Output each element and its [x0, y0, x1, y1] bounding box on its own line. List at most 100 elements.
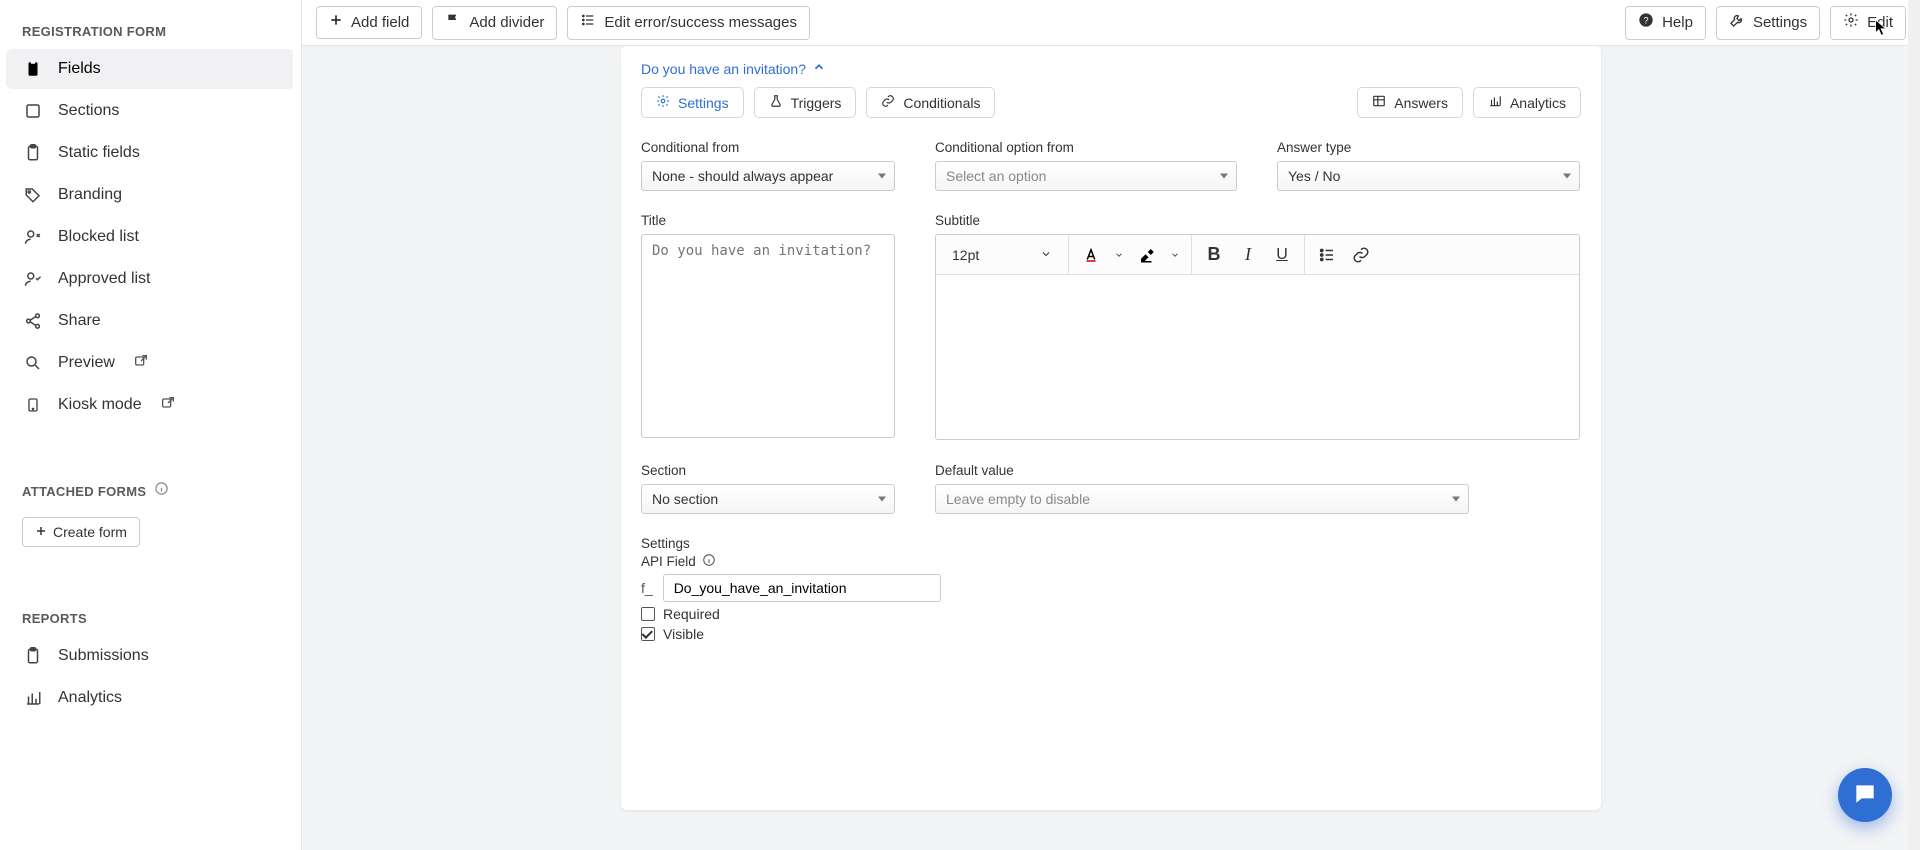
tab-conditionals[interactable]: Conditionals [866, 87, 995, 118]
select-value: Yes / No [1288, 168, 1340, 184]
sidebar-item-share[interactable]: Share [6, 301, 295, 341]
sidebar-item-analytics[interactable]: Analytics [6, 678, 295, 718]
button-label: Create form [53, 524, 127, 540]
sidebar-item-blocked-list[interactable]: Blocked list [6, 217, 295, 257]
form-grid: Conditional from None - should always ap… [641, 140, 1581, 642]
plus-icon [329, 12, 343, 33]
rte-underline-button[interactable]: U [1266, 239, 1298, 271]
sidebar-item-static-fields[interactable]: Static fields [6, 133, 295, 173]
gear-icon [656, 94, 670, 111]
tag-icon [22, 184, 44, 206]
flask-icon [769, 94, 783, 111]
select-default-value[interactable]: Leave empty to disable [935, 484, 1469, 514]
checkbox-icon [641, 607, 655, 621]
tab-label: Analytics [1510, 95, 1566, 111]
tab-label: Answers [1394, 95, 1448, 111]
button-label: Edit [1867, 12, 1893, 33]
info-icon[interactable] [702, 553, 716, 570]
sidebar-reports-nav: Submissions Analytics [0, 636, 301, 718]
label-conditional-from: Conditional from [641, 140, 895, 155]
checkbox-icon [641, 627, 655, 641]
select-value: None - should always appear [652, 168, 833, 184]
tab-analytics[interactable]: Analytics [1473, 87, 1581, 118]
rte-italic-button[interactable]: I [1232, 239, 1264, 271]
select-answer-type[interactable]: Yes / No [1277, 161, 1580, 191]
rte-body[interactable] [936, 275, 1579, 439]
topbar: Add field Add divider Edit error/success… [302, 0, 1920, 46]
label-default-value: Default value [935, 463, 1469, 478]
sidebar-item-submissions[interactable]: Submissions [6, 636, 295, 676]
rte-bold-button[interactable]: B [1198, 239, 1230, 271]
label-api-field: API Field [641, 554, 696, 569]
rte-font-size-select[interactable]: 12pt [942, 235, 1062, 274]
breadcrumb[interactable]: Do you have an invitation? [641, 60, 1581, 87]
chat-icon [1852, 781, 1878, 810]
rte-bullet-list-button[interactable] [1311, 239, 1343, 271]
tab-answers[interactable]: Answers [1357, 87, 1463, 118]
select-conditional-option-from[interactable]: Select an option [935, 161, 1237, 191]
sidebar-title-registration: REGISTRATION FORM [0, 10, 301, 47]
sidebar-item-label: Submissions [58, 647, 149, 665]
info-icon[interactable] [154, 481, 169, 496]
field-subtitle: Subtitle 12pt [935, 213, 1580, 440]
select-value: 12pt [952, 247, 979, 263]
add-field-button[interactable]: Add field [316, 6, 422, 39]
sidebar-item-kiosk-mode[interactable]: Kiosk mode [6, 385, 295, 425]
label-conditional-option-from: Conditional option from [935, 140, 1237, 155]
sidebar-item-approved-list[interactable]: Approved list [6, 259, 295, 299]
field-default-value: Default value Leave empty to disable [935, 463, 1469, 514]
select-section[interactable]: No section [641, 484, 895, 514]
sidebar-item-branding[interactable]: Branding [6, 175, 295, 215]
plus-icon [35, 524, 47, 540]
help-icon: ? [1638, 12, 1654, 34]
rte-text-color-dropdown[interactable] [1109, 239, 1129, 271]
field-settings-block: Settings API Field f_ Required [641, 536, 941, 642]
gear-icon [1843, 12, 1859, 34]
api-field-input[interactable] [663, 574, 941, 602]
select-value: Leave empty to disable [946, 491, 1090, 507]
settings-button[interactable]: Settings [1716, 6, 1820, 40]
flag-icon [445, 12, 461, 34]
tab-settings[interactable]: Settings [641, 87, 744, 118]
canvas[interactable]: Do you have an invitation? Settings Tri [302, 46, 1920, 850]
sidebar-item-label: Kiosk mode [58, 396, 142, 414]
rte-text-color-button[interactable] [1075, 239, 1107, 271]
chat-fab[interactable] [1838, 768, 1892, 822]
title-textarea[interactable] [641, 234, 895, 438]
edit-button[interactable]: Edit [1830, 6, 1906, 40]
checkbox-visible[interactable]: Visible [641, 626, 941, 642]
editor-tabs: Settings Triggers Conditionals [641, 87, 1581, 118]
label-subtitle: Subtitle [935, 213, 1580, 228]
sidebar-item-fields[interactable]: Fields [6, 49, 295, 89]
api-prefix: f_ [641, 580, 653, 596]
add-divider-button[interactable]: Add divider [432, 6, 557, 40]
button-label: Settings [1753, 12, 1807, 33]
help-button[interactable]: ? Help [1625, 6, 1706, 40]
edit-messages-button[interactable]: Edit error/success messages [567, 6, 810, 40]
sidebar-item-label: Fields [58, 60, 101, 78]
rte-highlight-button[interactable] [1131, 239, 1163, 271]
rte-highlight-dropdown[interactable] [1165, 239, 1185, 271]
search-icon [22, 352, 44, 374]
rich-text-editor: 12pt [935, 234, 1580, 440]
sidebar-item-preview[interactable]: Preview [6, 343, 295, 383]
field-editor-card: Do you have an invitation? Settings Tri [621, 46, 1601, 810]
share-icon [22, 310, 44, 332]
sidebar-item-sections[interactable]: Sections [6, 91, 295, 131]
create-form-button[interactable]: Create form [22, 517, 140, 547]
main-area: Add field Add divider Edit error/success… [302, 0, 1920, 850]
select-value: No section [652, 491, 718, 507]
tab-label: Settings [678, 95, 729, 111]
button-label: Add field [351, 12, 409, 33]
checkbox-required[interactable]: Required [641, 606, 941, 622]
tab-triggers[interactable]: Triggers [754, 87, 857, 118]
svg-text:?: ? [1643, 15, 1648, 25]
label-settings: Settings [641, 536, 941, 551]
select-conditional-from[interactable]: None - should always appear [641, 161, 895, 191]
sidebar-nav: Fields Sections Static fields Branding B [0, 49, 301, 425]
list-icon [580, 12, 596, 34]
field-title: Title [641, 213, 895, 441]
sidebar-item-label: Sections [58, 102, 119, 120]
label-answer-type: Answer type [1277, 140, 1580, 155]
rte-link-button[interactable] [1345, 239, 1377, 271]
